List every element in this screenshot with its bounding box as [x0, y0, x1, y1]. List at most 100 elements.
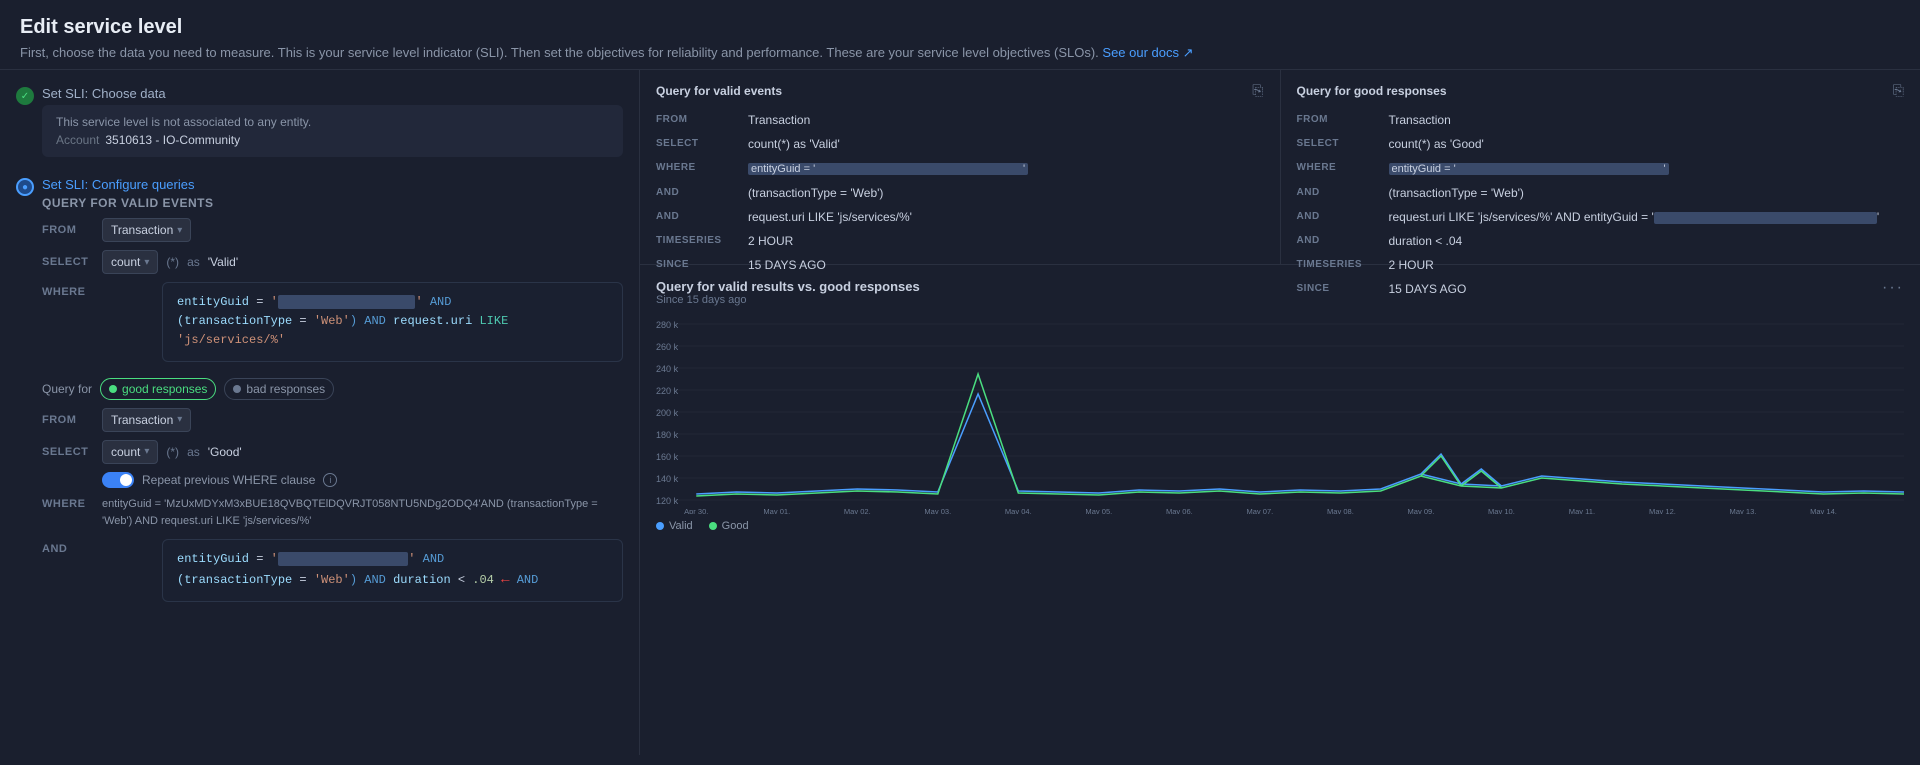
chart-menu-icon[interactable]: ··· — [1882, 279, 1904, 297]
good-qb-where: WHERE entityGuid = ' ' — [1297, 159, 1905, 178]
svg-text:May 01,: May 01, — [763, 507, 790, 514]
good-responses-section: Query for good responses bad responses F… — [42, 378, 623, 603]
step1-title[interactable]: Set SLI: Choose data — [42, 86, 623, 101]
chart-legend: Valid Good — [656, 520, 1904, 532]
good-select-row: SELECT count (*) as 'Good' — [42, 440, 623, 464]
valid-where-row: WHERE entityGuid = ' ' AND (transactionT… — [42, 282, 623, 362]
good-select-args: (*) — [166, 445, 179, 459]
step1-label: Set SLI: Choose data — [42, 86, 166, 101]
step2-title[interactable]: Set SLI: Configure queries — [42, 177, 623, 192]
query-boxes: Query for valid events ⎘ FROM Transactio… — [640, 70, 1920, 265]
svg-text:May 03,: May 03, — [924, 507, 951, 514]
good-select-fn[interactable]: count — [102, 440, 158, 464]
svg-text:260 k: 260 k — [656, 342, 679, 352]
valid-events-title: Query for valid events — [42, 196, 623, 210]
step2: ● Set SLI: Configure queries Query for v… — [16, 177, 623, 618]
valid-qb-timeseries-val: 2 HOUR — [748, 232, 793, 250]
chart-svg: 280 k 260 k 240 k 220 k 200 k 180 k 160 … — [656, 314, 1904, 514]
page-header: Edit service level First, choose the dat… — [0, 0, 1920, 70]
svg-text:160 k: 160 k — [656, 452, 679, 462]
svg-text:May 08,: May 08, — [1327, 507, 1354, 514]
svg-text:May 13,: May 13, — [1730, 507, 1757, 514]
query-for-label: Query for — [42, 382, 92, 396]
query-for-row: Query for good responses bad responses — [42, 378, 623, 400]
svg-text:May 06,: May 06, — [1166, 507, 1193, 514]
valid-qb-select-val: count(*) as 'Valid' — [748, 135, 840, 153]
svg-text:May 05,: May 05, — [1085, 507, 1112, 514]
valid-copy-icon[interactable]: ⎘ — [1252, 82, 1263, 99]
tab-good-responses[interactable]: good responses — [100, 378, 216, 400]
good-qb-from-val: Transaction — [1389, 111, 1451, 129]
tab-bad-responses[interactable]: bad responses — [224, 378, 334, 400]
toggle-label: Repeat previous WHERE clause — [142, 473, 315, 487]
valid-select-fn[interactable]: count — [102, 250, 158, 274]
good-legend-label: Good — [722, 520, 749, 532]
valid-where-block: entityGuid = ' ' AND (transactionType = … — [162, 282, 623, 362]
repeat-where-toggle[interactable] — [102, 472, 134, 488]
good-qb-and2-highlight — [1654, 212, 1877, 224]
good-and-row: AND entityGuid = ' ' AND (transactionTyp… — [42, 539, 623, 603]
good-qb-select-val: count(*) as 'Good' — [1389, 135, 1484, 153]
good-from-label: FROM — [42, 414, 94, 426]
toggle-row: Repeat previous WHERE clause i — [102, 472, 623, 488]
good-dot — [109, 385, 117, 393]
chart-title: Query for valid results vs. good respons… — [656, 279, 920, 294]
good-qb-and3-val: duration < .04 — [1389, 232, 1463, 250]
svg-text:May 09,: May 09, — [1407, 507, 1434, 514]
bad-dot — [233, 385, 241, 393]
good-select-label: SELECT — [42, 446, 94, 458]
left-panel: ✓ Set SLI: Choose data This service leve… — [0, 70, 640, 755]
valid-qb-timeseries: TIMESERIES 2 HOUR — [656, 232, 1264, 250]
good-from-row: FROM Transaction — [42, 408, 623, 432]
good-qb-where-val: entityGuid = ' ' — [1389, 163, 1669, 175]
main-layout: ✓ Set SLI: Choose data This service leve… — [0, 70, 1920, 755]
good-where-row: WHERE entityGuid = 'MzUxMDYxM3xBUE18QVBQ… — [42, 496, 623, 531]
chart-svg-wrap: 280 k 260 k 240 k 220 k 200 k 180 k 160 … — [656, 314, 1904, 514]
valid-from-row: FROM Transaction — [42, 218, 623, 242]
entity-info: This service level is not associated to … — [42, 105, 623, 157]
good-from-select[interactable]: Transaction — [102, 408, 191, 432]
valid-where-label: WHERE — [42, 282, 94, 298]
svg-text:May 12,: May 12, — [1649, 507, 1676, 514]
valid-qb-and1-val: (transactionType = 'Web') — [748, 184, 883, 202]
good-copy-icon[interactable]: ⎘ — [1893, 82, 1904, 99]
info-icon[interactable]: i — [323, 473, 337, 487]
right-panel: Query for valid events ⎘ FROM Transactio… — [640, 70, 1920, 755]
good-qb-select: SELECT count(*) as 'Good' — [1297, 135, 1905, 153]
svg-text:140 k: 140 k — [656, 474, 679, 484]
good-qb-and2: AND request.uri LIKE 'js/services/%' AND… — [1297, 208, 1905, 227]
step1-content: Set SLI: Choose data This service level … — [42, 86, 623, 165]
good-qb-and1-val: (transactionType = 'Web') — [1389, 184, 1524, 202]
svg-text:280 k: 280 k — [656, 320, 679, 330]
valid-qb-and1: AND (transactionType = 'Web') — [656, 184, 1264, 202]
valid-query-box-title: Query for valid events — [656, 84, 782, 98]
good-where-text: entityGuid = 'MzUxMDYxM3xBUE18QVBQTElDQV… — [102, 496, 623, 531]
svg-text:May 07,: May 07, — [1246, 507, 1273, 514]
entity-row: Account3510613 - IO-Community — [56, 133, 609, 147]
valid-qb-where: WHERE entityGuid = ' ' — [656, 159, 1264, 178]
valid-qb-select: SELECT count(*) as 'Valid' — [656, 135, 1264, 153]
valid-qb-and2: AND request.uri LIKE 'js/services/%' — [656, 208, 1264, 226]
valid-qb-and2-val: request.uri LIKE 'js/services/%' — [748, 208, 912, 226]
valid-from-label: FROM — [42, 224, 94, 236]
entity-message: This service level is not associated to … — [56, 115, 311, 129]
good-responses-query-box: Query for good responses ⎘ FROM Transact… — [1281, 70, 1920, 264]
valid-select-args: (*) — [166, 255, 179, 269]
valid-legend-label: Valid — [669, 520, 693, 532]
step2-content: Set SLI: Configure queries Query for val… — [42, 177, 623, 618]
legend-good: Good — [709, 520, 749, 532]
good-legend-dot — [709, 522, 717, 530]
docs-link[interactable]: See our docs ↗ — [1102, 45, 1193, 60]
valid-select-label: SELECT — [42, 256, 94, 268]
valid-from-select[interactable]: Transaction — [102, 218, 191, 242]
step1: ✓ Set SLI: Choose data This service leve… — [16, 86, 623, 165]
svg-text:Apr 30,: Apr 30, — [684, 507, 708, 514]
valid-as-value: 'Valid' — [208, 255, 238, 269]
svg-text:May 02,: May 02, — [844, 507, 871, 514]
svg-text:240 k: 240 k — [656, 364, 679, 374]
good-query-box-header: Query for good responses ⎘ — [1297, 82, 1905, 99]
svg-text:May 11,: May 11, — [1569, 507, 1595, 514]
step2-icon: ● — [16, 178, 34, 196]
valid-qb-from: FROM Transaction — [656, 111, 1264, 129]
good-qb-from: FROM Transaction — [1297, 111, 1905, 129]
